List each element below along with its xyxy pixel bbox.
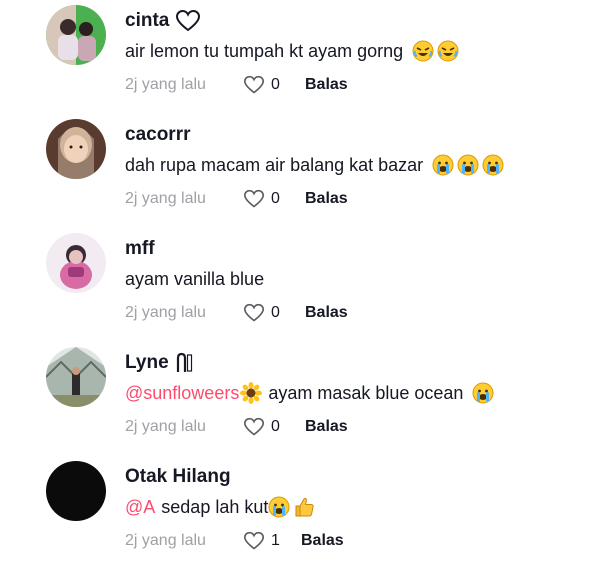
avatar[interactable] — [46, 233, 106, 293]
comment-item: cinta air lemon tu tumpah kt ayam gorng … — [0, 0, 611, 114]
comment-item: cacorrr dah rupa macam air balang kat ba… — [0, 114, 611, 228]
comment-timestamp: 2j yang lalu — [125, 76, 206, 93]
username[interactable]: Lyne — [125, 352, 169, 374]
like-button[interactable]: 0 — [243, 417, 305, 437]
avatar[interactable] — [46, 119, 106, 179]
heart-outline-icon — [243, 417, 265, 436]
comment-timestamp: 2j yang lalu — [125, 304, 206, 321]
comment-item: Lyne @sunflowеers ayam masak blue ocean … — [0, 342, 611, 456]
avatar[interactable] — [46, 5, 106, 65]
heart-outline-icon — [175, 9, 201, 33]
comment-item: Otak Hilang @A sedap lah kut 2j yang lal… — [0, 456, 611, 570]
reply-button[interactable]: Balas — [305, 304, 348, 322]
like-button[interactable]: 0 — [243, 75, 305, 95]
comment-text: @sunflowеers ayam masak blue ocean — [125, 381, 494, 405]
like-count: 0 — [271, 190, 280, 207]
comment-body: air lemon tu tumpah kt ayam gorng — [125, 40, 404, 61]
reply-button[interactable]: Balas — [305, 190, 348, 208]
like-count: 0 — [271, 76, 280, 93]
comment-text: dah rupa macam air balang kat bazar — [125, 153, 504, 177]
crying-emoji — [432, 154, 454, 176]
heart-outline-icon — [243, 303, 265, 322]
comment-timestamp: 2j yang lalu — [125, 532, 206, 549]
comment-timestamp: 2j yang lalu — [125, 190, 206, 207]
avatar[interactable] — [46, 347, 106, 407]
mention-link[interactable]: @A — [125, 497, 155, 518]
comment-body: ayam masak blue ocean — [268, 382, 464, 403]
comment-text: @A sedap lah kut — [125, 495, 315, 519]
reply-button[interactable]: Balas — [305, 76, 348, 94]
comment-text: ayam vanilla blue — [125, 267, 264, 291]
comment-body: dah rupa macam air balang kat bazar — [125, 154, 424, 175]
reply-button[interactable]: Balas — [301, 532, 344, 550]
reply-button[interactable]: Balas — [305, 418, 348, 436]
like-count: 0 — [271, 304, 280, 321]
crying-emoji — [457, 154, 479, 176]
heart-outline-icon — [243, 531, 265, 550]
crying-emoji — [268, 496, 290, 518]
avatar[interactable] — [46, 461, 106, 521]
username[interactable]: Otak Hilang — [125, 466, 231, 488]
like-count: 1 — [271, 532, 280, 549]
rolling-laughing-emoji — [437, 40, 459, 62]
like-count: 0 — [271, 418, 280, 435]
username[interactable]: mff — [125, 238, 155, 260]
like-button[interactable]: 1 — [243, 531, 301, 551]
mention-link[interactable]: @sunflowеers — [125, 383, 239, 404]
thumbs-up-emoji — [293, 496, 315, 518]
comment-body: ayam vanilla blue — [125, 268, 265, 289]
crying-emoji — [472, 382, 494, 404]
username[interactable]: cacorrr — [125, 124, 191, 146]
username[interactable]: cinta — [125, 10, 169, 32]
comment-text: air lemon tu tumpah kt ayam gorng — [125, 39, 459, 63]
comment-item: mff ayam vanilla blue 2j yang lalu 0 Bal… — [0, 228, 611, 342]
like-button[interactable]: 0 — [243, 303, 305, 323]
comment-body: sedap lah kut — [161, 496, 269, 517]
like-button[interactable]: 0 — [243, 189, 305, 209]
sunflower-emoji — [240, 382, 263, 404]
crying-emoji — [482, 154, 504, 176]
heart-outline-icon — [243, 189, 265, 208]
comment-timestamp: 2j yang lalu — [125, 418, 206, 435]
rolling-laughing-emoji — [412, 40, 434, 62]
symbol-glyph-icon — [175, 352, 193, 374]
heart-outline-icon — [243, 75, 265, 94]
